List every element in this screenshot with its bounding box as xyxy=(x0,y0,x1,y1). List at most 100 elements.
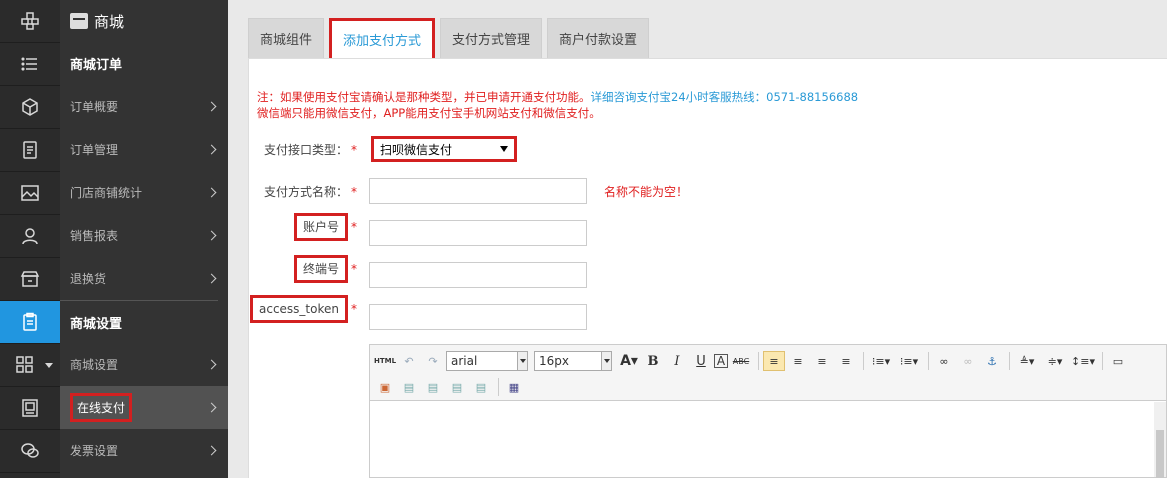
font-size-select[interactable]: 16px xyxy=(534,351,612,371)
rail-item-picture[interactable] xyxy=(0,387,60,430)
font-size-value: 16px xyxy=(539,354,569,368)
strikethrough-icon[interactable]: ABC xyxy=(730,351,752,371)
toolbar-separator xyxy=(928,352,929,370)
label-wrap: access_token * xyxy=(249,295,369,330)
tab-add-payment-method[interactable]: 添加支付方式 xyxy=(329,18,436,58)
apps-grid-icon xyxy=(16,356,33,373)
account-label: 账户号 * xyxy=(293,213,357,241)
unordered-list-icon[interactable]: ⁝≡▾ xyxy=(896,351,922,371)
rail-item-document[interactable] xyxy=(0,129,60,172)
nav-item-online-payment[interactable]: 在线支付 xyxy=(60,386,228,429)
font-family-value: arial xyxy=(451,354,478,368)
tab-merchant-payment-settings[interactable]: 商户付款设置 xyxy=(547,18,650,58)
user-icon xyxy=(22,228,38,245)
picture-frame-icon xyxy=(22,399,38,417)
redo-icon[interactable]: ↷ xyxy=(422,351,444,371)
nav-item-mall-settings[interactable]: 商城设置 xyxy=(60,343,228,386)
anchor-icon[interactable]: ⚓ xyxy=(981,351,1003,371)
nav-item-sales-report[interactable]: 销售报表 xyxy=(60,214,228,257)
payment-name-input[interactable] xyxy=(369,178,587,204)
nav-item-label: 退换货 xyxy=(70,272,107,286)
font-family-select[interactable]: arial xyxy=(446,351,528,371)
italic-icon[interactable]: I xyxy=(666,351,688,371)
terminal-input[interactable] xyxy=(369,262,587,288)
account-label-text: 账户号 xyxy=(293,213,348,241)
document-icon xyxy=(23,141,37,159)
row-payment-type: 支付接口类型： * 扫呗微信支付 xyxy=(249,136,1167,162)
rail-item-apps[interactable] xyxy=(0,344,60,387)
nav-item-label: 门店商铺统计 xyxy=(70,186,143,200)
scrollbar-thumb[interactable] xyxy=(1156,430,1164,478)
payment-name-error: 名称不能为空！ xyxy=(604,185,689,199)
rail-item-clipboard[interactable] xyxy=(0,301,60,344)
toolbar-separator xyxy=(863,352,864,370)
rich-text-editor: HTML ↶ ↷ arial 16px A▾ B I U A ABC ≡ ≡ ≡… xyxy=(369,344,1167,478)
access-token-label-text: access_token xyxy=(250,295,348,323)
font-color-icon[interactable]: A▾ xyxy=(618,351,640,371)
align-center-icon[interactable]: ≡ xyxy=(787,351,809,371)
underline-icon[interactable]: U xyxy=(690,351,712,371)
tab-payment-method-management[interactable]: 支付方式管理 xyxy=(440,18,543,58)
notice-hotline: 详细咨询支付宝24小时客服热线：0571-88156688 xyxy=(590,90,859,104)
bold-icon[interactable]: B xyxy=(642,351,664,371)
terminal-label-text: 终端号 xyxy=(293,255,348,283)
row-access-token: access_token * xyxy=(249,295,1167,330)
nav-item-order-overview[interactable]: 订单概要 xyxy=(60,85,228,128)
payment-type-value: 扫呗微信支付 xyxy=(380,142,453,157)
payment-type-label-text: 支付接口类型： xyxy=(263,143,348,157)
chevron-right-icon xyxy=(206,273,217,284)
insert-image-icon[interactable]: ▣ xyxy=(374,377,396,397)
text-indent-icon[interactable]: ≑▾ xyxy=(1042,351,1068,371)
paragraph-spacing-icon[interactable]: ≜▾ xyxy=(1014,351,1040,371)
account-input[interactable] xyxy=(369,220,587,246)
nav-item-store-statistics[interactable]: 门店商铺统计 xyxy=(60,171,228,214)
rail-item-cube[interactable] xyxy=(0,86,60,129)
link-icon[interactable]: ∞ xyxy=(933,351,955,371)
caret-down-icon xyxy=(45,363,53,368)
nav-item-invoice-settings[interactable]: 发票设置 xyxy=(60,429,228,472)
dropdown-arrow-icon xyxy=(500,146,508,152)
chevron-right-icon xyxy=(206,230,217,241)
line-height-icon[interactable]: ↕≡▾ xyxy=(1070,351,1096,371)
rail-item-home[interactable] xyxy=(0,0,60,43)
align-left-icon[interactable]: ≡ xyxy=(763,351,785,371)
undo-icon[interactable]: ↶ xyxy=(398,351,420,371)
font-border-icon[interactable]: A xyxy=(714,354,728,368)
rail-item-image[interactable] xyxy=(0,172,60,215)
align-justify-icon[interactable]: ≡ xyxy=(835,351,857,371)
nav-item-order-management[interactable]: 订单管理 xyxy=(60,128,228,171)
image-center-icon[interactable]: ▤ xyxy=(470,377,492,397)
chevron-right-icon xyxy=(206,144,217,155)
toolbar-row-1: HTML ↶ ↷ arial 16px A▾ B I U A ABC ≡ ≡ ≡… xyxy=(374,349,1131,373)
rail-item-wechat[interactable] xyxy=(0,430,60,473)
image-left-icon[interactable]: ▤ xyxy=(398,377,420,397)
label-wrap: 终端号 * xyxy=(249,255,369,288)
chevron-right-icon xyxy=(206,187,217,198)
group-title-settings: 商城设置 xyxy=(60,300,218,343)
dropdown-arrow-icon xyxy=(517,352,527,370)
rail-item-store[interactable] xyxy=(0,258,60,301)
insert-video-icon[interactable]: ▦ xyxy=(503,377,525,397)
payment-name-label-text: 支付方式名称： xyxy=(263,185,348,199)
image-right-icon[interactable]: ▤ xyxy=(446,377,468,397)
tab-mall-components[interactable]: 商城组件 xyxy=(248,18,325,58)
editor-scrollbar[interactable] xyxy=(1154,402,1166,478)
payment-name-label: 支付方式名称： * xyxy=(264,183,357,200)
rail-item-user[interactable] xyxy=(0,215,60,258)
required-mark: * xyxy=(351,262,357,276)
toolbar-separator xyxy=(498,378,499,396)
html-source-button[interactable]: HTML xyxy=(374,351,396,371)
chevron-right-icon xyxy=(206,402,217,413)
nav-item-label: 发票设置 xyxy=(70,444,119,458)
ordered-list-icon[interactable]: ⁝≡▾ xyxy=(868,351,894,371)
image-none-icon[interactable]: ▤ xyxy=(422,377,444,397)
rail-item-list[interactable] xyxy=(0,43,60,86)
required-mark: * xyxy=(351,220,357,234)
unlink-icon[interactable]: ∞ xyxy=(957,351,979,371)
nav-item-returns[interactable]: 退换货 xyxy=(60,257,228,300)
access-token-input[interactable] xyxy=(369,304,587,330)
row-account: 账户号 * xyxy=(249,213,1167,246)
payment-type-select[interactable]: 扫呗微信支付 xyxy=(371,136,517,162)
align-right-icon[interactable]: ≡ xyxy=(811,351,833,371)
preview-monitor-icon[interactable]: ▭ xyxy=(1107,351,1129,371)
